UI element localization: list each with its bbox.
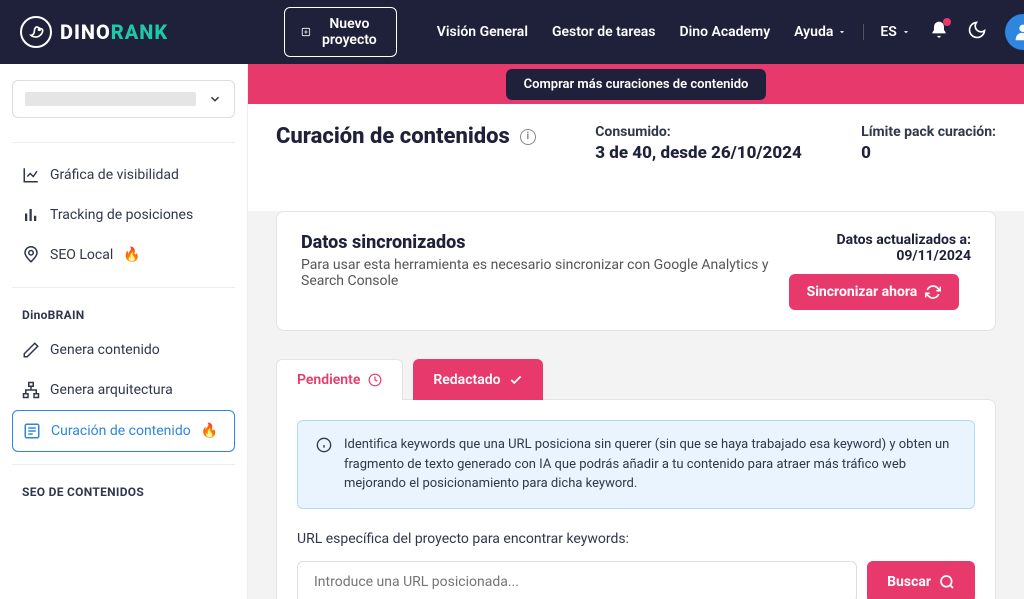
nav-academy[interactable]: Dino Academy — [680, 24, 771, 40]
section-seo-contenidos: SEO DE CONTENIDOS — [22, 485, 235, 499]
sync-now-button[interactable]: Sincronizar ahora — [789, 274, 960, 310]
fire-icon: 🔥 — [123, 247, 140, 263]
logo[interactable]: DINORANK — [20, 16, 168, 48]
fire-icon: 🔥 — [201, 423, 218, 439]
tab-pendiente[interactable]: Pendiente — [276, 359, 403, 400]
notifications-button[interactable] — [929, 20, 949, 44]
url-input[interactable] — [297, 561, 857, 599]
sync-date: Datos actualizados a: 09/11/2024 — [789, 232, 971, 264]
bar-chart-icon — [22, 206, 40, 224]
refresh-icon — [925, 284, 941, 300]
tabs: Pendiente Redactado — [276, 359, 996, 400]
page-title: Curación de contenidos i — [276, 124, 536, 149]
check-icon — [509, 373, 523, 387]
sidebar-item-seo-local[interactable]: SEO Local 🔥 — [12, 235, 235, 275]
info-banner: Identifica keywords que una URL posicion… — [297, 420, 975, 509]
clock-icon — [368, 373, 382, 387]
sitemap-icon — [22, 381, 40, 399]
info-icon[interactable]: i — [520, 129, 536, 145]
sidebar-item-grafica[interactable]: Gráfica de visibilidad — [12, 155, 235, 195]
page-header: Curación de contenidos i Consumido: 3 de… — [248, 104, 1024, 183]
topbar-right: ES — [863, 14, 1024, 50]
sync-title: Datos sincronizados — [301, 232, 789, 253]
logo-text: DINORANK — [60, 20, 168, 44]
tab-redactado[interactable]: Redactado — [413, 359, 542, 400]
logo-icon — [20, 16, 52, 48]
sidebar-item-tracking[interactable]: Tracking de posiciones — [12, 195, 235, 235]
nav-ayuda[interactable]: Ayuda — [794, 24, 847, 40]
notif-dot-icon — [943, 18, 951, 26]
chevron-down-icon — [208, 92, 222, 106]
search-icon — [939, 574, 955, 590]
stat-consumed: Consumido: 3 de 40, desde 26/10/2024 — [595, 124, 802, 163]
list-check-icon — [23, 422, 41, 440]
section-dinobrain: DinoBRAIN — [22, 308, 235, 322]
sync-desc: Para usar esta herramienta es necesario … — [301, 257, 789, 289]
tab-content: Identifica keywords que una URL posicion… — [276, 399, 996, 599]
info-circle-icon — [316, 437, 332, 453]
main: Comprar más curaciones de contenido Cura… — [248, 64, 1024, 599]
stat-limit: Límite pack curación: 0 — [861, 124, 996, 163]
theme-toggle[interactable] — [967, 20, 987, 44]
url-label: URL específica del proyecto para encontr… — [297, 531, 975, 547]
chart-line-icon — [22, 166, 40, 184]
nav-vision[interactable]: Visión General — [437, 24, 528, 40]
sidebar-item-genera-contenido[interactable]: Genera contenido — [12, 330, 235, 370]
moon-icon — [967, 20, 987, 40]
plus-box-icon — [301, 24, 311, 40]
nav-gestor[interactable]: Gestor de tareas — [552, 24, 656, 40]
map-pin-icon — [22, 246, 40, 264]
promo-banner: Comprar más curaciones de contenido — [248, 64, 1024, 104]
buy-curations-button[interactable]: Comprar más curaciones de contenido — [506, 69, 767, 100]
project-placeholder — [25, 92, 196, 106]
topbar: DINORANK Nuevo proyecto Visión General G… — [0, 0, 1024, 64]
sync-card: Datos sincronizados Para usar esta herra… — [276, 211, 996, 331]
nav-links: Visión General Gestor de tareas Dino Aca… — [437, 24, 848, 40]
sidebar-item-curacion[interactable]: Curación de contenido 🔥 — [12, 410, 235, 452]
sidebar: Gráfica de visibilidad Tracking de posic… — [0, 64, 248, 599]
avatar[interactable] — [1005, 14, 1024, 50]
new-project-button[interactable]: Nuevo proyecto — [284, 7, 397, 57]
project-select[interactable] — [12, 80, 235, 118]
user-icon — [1012, 21, 1024, 43]
search-button[interactable]: Buscar — [867, 561, 975, 599]
url-section: URL específica del proyecto para encontr… — [297, 531, 975, 599]
pen-icon — [22, 341, 40, 359]
content-area: Datos sincronizados Para usar esta herra… — [248, 211, 1024, 599]
lang-select[interactable]: ES — [863, 24, 910, 40]
chevron-down-icon — [837, 27, 847, 37]
chevron-down-icon — [901, 27, 911, 37]
sidebar-item-genera-arquitectura[interactable]: Genera arquitectura — [12, 370, 235, 410]
